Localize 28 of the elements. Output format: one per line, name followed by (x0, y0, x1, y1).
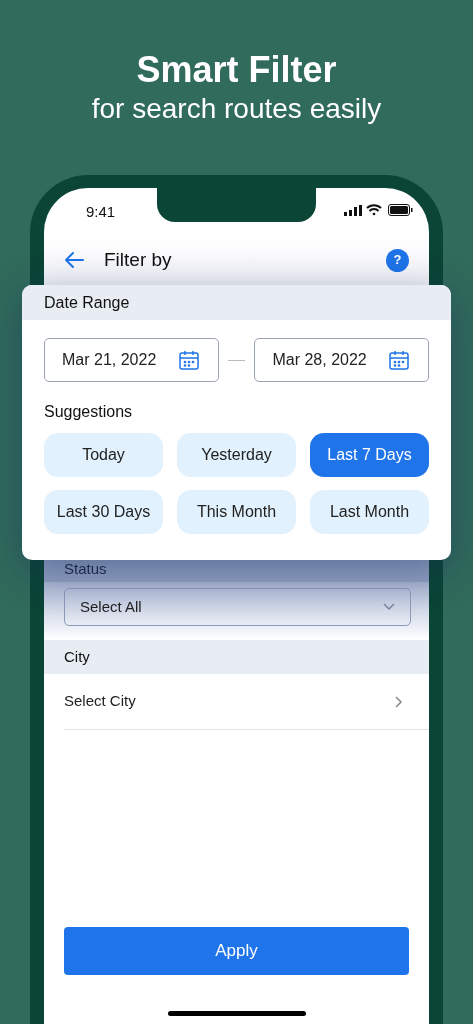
city-label: City (64, 646, 90, 667)
end-date-field[interactable]: Mar 28, 2022 (254, 338, 429, 382)
suggestion-chip[interactable]: Last Month (310, 490, 429, 534)
city-selector[interactable]: Select City (64, 674, 429, 730)
suggestion-chip[interactable]: This Month (177, 490, 296, 534)
apply-button[interactable]: Apply (64, 927, 409, 975)
hero-subtitle: for search routes easily (91, 92, 382, 126)
status-dropdown[interactable]: Select All (64, 588, 411, 626)
chevron-right-icon (395, 695, 403, 708)
hero-title: Smart Filter (136, 48, 337, 92)
chevron-down-icon (383, 603, 395, 611)
suggestion-chip[interactable]: Last 30 Days (44, 490, 163, 534)
signal-icon (344, 205, 362, 216)
suggestions-label: Suggestions (43, 402, 134, 422)
status-time: 9:41 (86, 202, 116, 222)
suggestion-chip[interactable]: Today (44, 433, 163, 477)
help-button[interactable]: ? (386, 248, 409, 272)
wifi-icon (366, 203, 382, 216)
status-label: Status (64, 558, 107, 579)
page-title: Filter by (104, 247, 172, 272)
suggestion-chip[interactable]: Yesterday (177, 433, 296, 477)
back-arrow-icon[interactable] (64, 251, 84, 269)
start-date-field[interactable]: Mar 21, 2022 (44, 338, 219, 382)
date-range-label: Date Range (44, 292, 130, 313)
battery-icon (388, 204, 413, 216)
calendar-icon (176, 348, 201, 372)
calendar-icon (387, 348, 411, 372)
suggestion-chip[interactable]: Last 7 Days (310, 433, 429, 477)
